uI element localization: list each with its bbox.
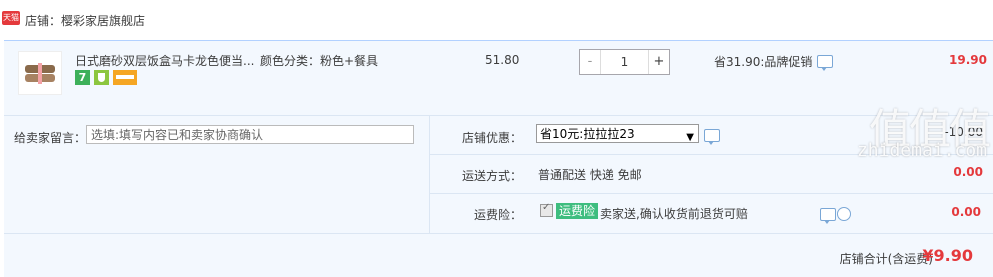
discount-label: 店铺优惠： <box>461 131 522 145</box>
shop-discount-select[interactable]: 省10元:拉拉拉23 ▼ <box>536 124 699 143</box>
insurance-description: 卖家送,确认收货前退货可赔 <box>600 207 748 221</box>
unit-price: 51.80 <box>485 53 520 67</box>
quantity-input[interactable]: 1 <box>601 50 648 74</box>
product-sku: 颜色分类：粉色+餐具 <box>260 54 379 68</box>
divider <box>4 233 993 234</box>
quantity-increase-button[interactable]: + <box>648 50 669 74</box>
insurance-checkbox[interactable] <box>540 202 553 217</box>
quantity-stepper: - 1 + <box>579 49 670 75</box>
item-subtotal: 19.90 <box>949 53 987 67</box>
insurance-info-icon[interactable] <box>820 208 836 224</box>
order-options-panel: 给卖家留言： 选填:填写内容已和卖家协商确认 店铺优惠： 省10元:拉拉拉23 … <box>4 115 993 277</box>
credit-card-icon[interactable] <box>113 70 137 85</box>
promotion-info-icon[interactable] <box>817 55 833 71</box>
divider <box>430 193 993 194</box>
divider <box>429 116 430 233</box>
shipping-amount: 0.00 <box>953 165 983 179</box>
shop-name-link[interactable]: 店铺：樱彩家居旗舰店 <box>25 12 145 29</box>
discount-info-icon[interactable] <box>704 129 720 145</box>
product-title-link[interactable]: 日式磨砂双层饭盒马卡龙色便当... <box>75 52 254 69</box>
tmall-icon: 天猫 <box>2 11 20 25</box>
watermark-url: zhidemai.com <box>856 140 987 161</box>
discount-selected-value: 省10元:拉拉拉23 <box>540 127 635 141</box>
shop-total-value: ¥9.90 <box>922 246 973 265</box>
quantity-decrease-button[interactable]: - <box>580 50 601 74</box>
shop-header: 天猫 店铺：樱彩家居旗舰店 <box>0 0 993 40</box>
insurance-label: 运费险： <box>473 208 522 222</box>
shipping-label: 运送方式： <box>461 169 522 183</box>
insurance-badge: 运费险 <box>556 203 599 219</box>
shipping-method: 普通配送 快递 免邮 <box>538 168 642 182</box>
guarantee-shield-icon[interactable] <box>94 70 109 85</box>
cart-item-row: 日式磨砂双层饭盒马卡龙色便当... 颜色分类：粉色+餐具 7 51.80 - 1… <box>4 40 993 115</box>
seven-day-return-icon[interactable]: 7 <box>75 70 90 85</box>
chevron-down-icon: ▼ <box>686 132 694 143</box>
insurance-amount: 0.00 <box>951 205 981 219</box>
clock-icon[interactable] <box>837 207 851 221</box>
product-thumbnail[interactable] <box>18 51 62 95</box>
seller-message-input[interactable]: 选填:填写内容已和卖家协商确认 <box>86 125 414 144</box>
promotion-text: 省31.90:品牌促销 <box>714 55 813 69</box>
shop-total-label: 店铺合计(含运费) <box>839 252 933 266</box>
seller-message-label: 给卖家留言： <box>14 131 87 145</box>
